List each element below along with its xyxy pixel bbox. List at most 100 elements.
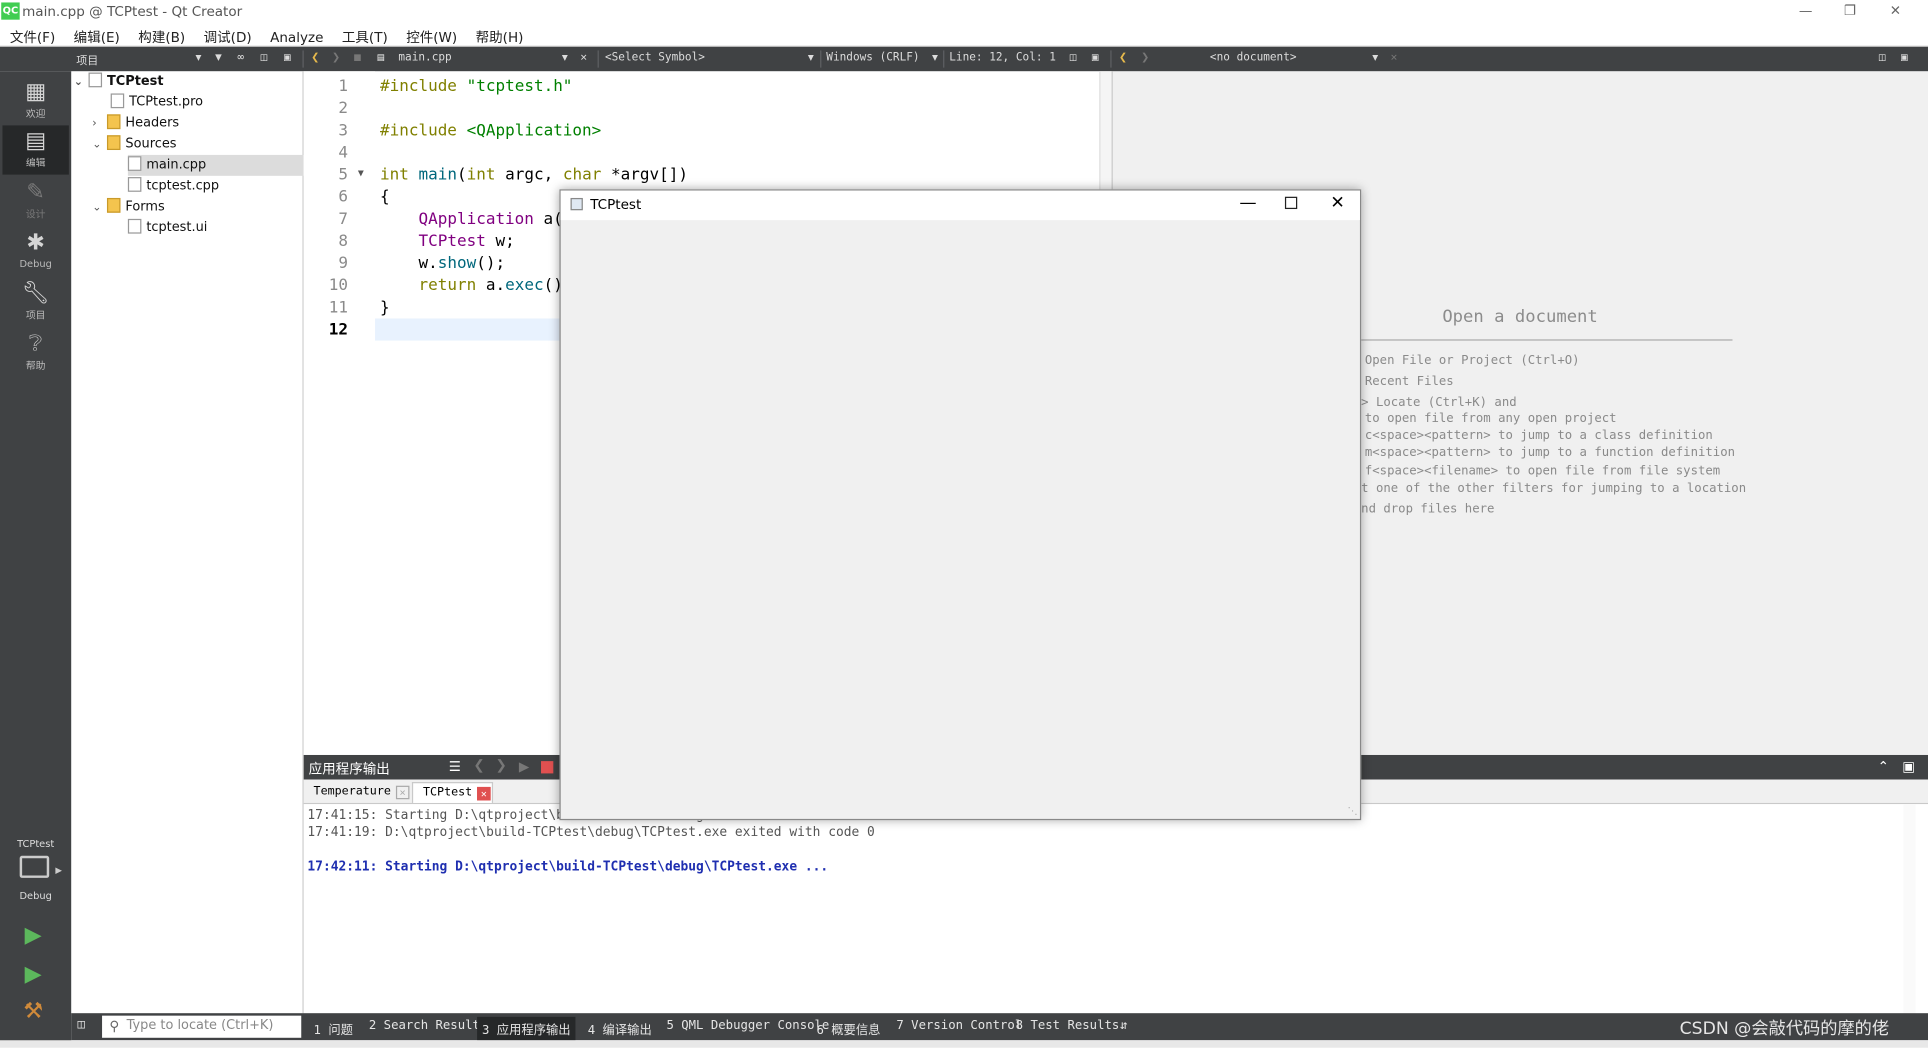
fold-marker-icon[interactable]: ▼ bbox=[358, 167, 364, 178]
status-tab-test-results[interactable]: 8 Test Results bbox=[1016, 1019, 1120, 1033]
mode-label: 项目 bbox=[25, 309, 46, 321]
mode-projects[interactable]: 🔧︎ 项目 bbox=[2, 278, 68, 327]
menu-help[interactable]: 帮助(H) bbox=[466, 23, 532, 46]
chevron-down-icon: ⌄ bbox=[92, 201, 102, 214]
mode-edit[interactable]: ▤ 编辑 bbox=[2, 125, 69, 175]
project-view-combo[interactable]: 项目 bbox=[76, 52, 98, 67]
tree-item-tcptest-cpp[interactable]: tcptest.cpp bbox=[127, 176, 220, 197]
stop-icon[interactable] bbox=[541, 761, 554, 774]
tcptest-app-window[interactable]: TCPtest — ✕ ⋱ bbox=[559, 189, 1362, 821]
tree-item-headers[interactable]: › Headers bbox=[92, 113, 179, 134]
chevron-down-icon: ⌄ bbox=[73, 76, 84, 89]
close-split-icon[interactable]: ▣ bbox=[1901, 52, 1908, 64]
status-tab-search-results[interactable]: 2 Search Results bbox=[369, 1019, 487, 1033]
mode-help[interactable]: ❔︎ 帮助 bbox=[2, 328, 68, 377]
menu-build[interactable]: 构建(B) bbox=[128, 23, 193, 46]
close-sidebar-icon[interactable]: ▣ bbox=[284, 52, 291, 64]
open-document-combo[interactable]: main.cpp bbox=[398, 52, 451, 64]
build-hammer-icon[interactable]: ⚒ bbox=[23, 998, 43, 1024]
chevron-down-icon[interactable]: ▼ bbox=[562, 52, 568, 63]
toggle-sidebar-icon[interactable]: ◫ bbox=[77, 1018, 84, 1032]
status-tab-compile-output[interactable]: 4 编译输出 bbox=[588, 1019, 652, 1038]
close-icon[interactable]: ✕ bbox=[1873, 0, 1918, 23]
mode-debug[interactable]: ✱ Debug bbox=[2, 227, 68, 276]
maximize-icon[interactable] bbox=[1284, 196, 1298, 210]
tree-item-pro[interactable]: TCPtest.pro bbox=[110, 92, 203, 113]
output-scrollbar[interactable] bbox=[1903, 804, 1916, 1014]
run-icon[interactable]: ▶ bbox=[25, 922, 42, 948]
forward-arrow-icon[interactable]: ❯ bbox=[1141, 49, 1149, 65]
taskbar-strip bbox=[0, 1040, 1928, 1048]
menu-tools[interactable]: 工具(T) bbox=[332, 23, 396, 46]
link-icon[interactable]: ∞ bbox=[237, 52, 244, 64]
forward-arrow-icon[interactable]: ❯ bbox=[332, 49, 340, 65]
rerun-icon[interactable]: ▶ bbox=[519, 759, 529, 775]
back-arrow-icon[interactable]: ❮ bbox=[1119, 49, 1127, 65]
status-bar: ◫ Type to locate (Ctrl+K) ⚲ 1 问题 2 Searc… bbox=[71, 1013, 1928, 1041]
status-tab-qml-console[interactable]: 5 QML Debugger Console bbox=[666, 1019, 829, 1033]
back-arrow-icon[interactable]: ❮ bbox=[311, 49, 319, 65]
mode-welcome[interactable]: ▦ 欢迎 bbox=[2, 76, 68, 125]
clean-output-icon[interactable]: ☰ bbox=[449, 759, 461, 775]
app-icon bbox=[570, 197, 583, 211]
hint-line: to open file from any open project bbox=[1364, 411, 1617, 426]
status-tab-issues[interactable]: 1 问题 bbox=[314, 1019, 353, 1038]
tree-item-ui[interactable]: tcptest.ui bbox=[127, 218, 207, 239]
application-output[interactable]: 17:41:15: Starting D:\qtproject\build-TC… bbox=[303, 804, 1928, 1014]
close-document-icon[interactable]: ✕ bbox=[1391, 52, 1398, 64]
app-window-title: TCPtest bbox=[590, 196, 642, 213]
output-line: 17:41:19: D:\qtproject\build-TCPtest\deb… bbox=[307, 825, 875, 840]
output-tab-temperature[interactable]: Temperature ✕ bbox=[304, 782, 410, 803]
menu-analyze[interactable]: Analyze bbox=[260, 26, 332, 49]
minimize-icon[interactable]: — bbox=[1239, 193, 1256, 213]
split-icon[interactable]: ◫ bbox=[261, 52, 268, 64]
minimize-icon[interactable]: — bbox=[1783, 0, 1828, 23]
filter-icon[interactable]: ▼ bbox=[215, 52, 222, 64]
symbol-combo[interactable]: <Select Symbol> bbox=[605, 52, 705, 64]
close-tab-icon[interactable]: ✕ bbox=[477, 786, 491, 801]
status-tab-app-output[interactable]: 3 应用程序输出 bbox=[477, 1016, 576, 1041]
close-icon[interactable]: ✕ bbox=[1330, 193, 1344, 213]
forward-arrow-icon[interactable]: ❯ bbox=[496, 757, 507, 773]
menu-file[interactable]: 文件(F) bbox=[0, 23, 64, 46]
tree-item-main-cpp[interactable]: main.cpp bbox=[127, 154, 304, 176]
close-tab-icon[interactable]: ✕ bbox=[395, 785, 410, 800]
status-tab-general-messages[interactable]: 6 概要信息 bbox=[816, 1019, 880, 1038]
line-ending-combo[interactable]: Windows (CRLF) bbox=[826, 52, 919, 64]
tree-item-sources[interactable]: ⌄ Sources bbox=[92, 134, 177, 155]
tree-item-forms[interactable]: ⌄ Forms bbox=[92, 197, 165, 218]
menu-controls[interactable]: 控件(W) bbox=[396, 23, 465, 46]
chevron-down-icon[interactable]: ▼ bbox=[808, 52, 814, 63]
edit-icon: ▤ bbox=[25, 127, 47, 154]
tree-root[interactable]: ⌄ TCPtest bbox=[74, 71, 164, 92]
back-arrow-icon[interactable]: ❮ bbox=[473, 757, 484, 773]
chevron-down-icon[interactable]: ▼ bbox=[1372, 52, 1378, 63]
output-tab-tcptest[interactable]: TCPtest ✕ bbox=[411, 782, 494, 803]
chevron-down-icon[interactable]: ▼ bbox=[932, 52, 938, 63]
cursor-position[interactable]: Line: 12, Col: 1 bbox=[949, 52, 1056, 64]
mode-selector: ▦ 欢迎 ▤ 编辑 ✎ 设计 ✱ Debug 🔧︎ 项目 ❔︎ 帮助 TCPtest ▶ D… bbox=[0, 71, 72, 1043]
right-document-combo[interactable]: <no document> bbox=[1210, 52, 1297, 64]
mode-label: 帮助 bbox=[25, 360, 46, 372]
split-icon[interactable]: ◫ bbox=[1070, 52, 1077, 64]
close-panel-icon[interactable]: ▣ bbox=[1902, 759, 1915, 775]
maximize-panel-icon[interactable]: ⌃ bbox=[1878, 759, 1889, 775]
resize-grip-icon[interactable]: ⋱ bbox=[1348, 805, 1358, 816]
locator-input[interactable]: Type to locate (Ctrl+K) bbox=[102, 1015, 302, 1038]
debug-run-icon[interactable]: ▶ bbox=[25, 962, 42, 988]
monitor-icon[interactable] bbox=[19, 855, 50, 878]
menu-edit[interactable]: 编辑(E) bbox=[64, 23, 129, 46]
close-document-icon[interactable]: ✕ bbox=[580, 52, 587, 64]
mode-design[interactable]: ✎ 设计 bbox=[2, 177, 68, 226]
chevron-down-icon[interactable]: ▼ bbox=[196, 52, 202, 63]
close-split-icon[interactable]: ▣ bbox=[1092, 52, 1099, 64]
app-window-titlebar[interactable]: TCPtest — ✕ bbox=[560, 190, 1360, 221]
restore-icon[interactable]: ❐ bbox=[1827, 0, 1872, 23]
menu-debug[interactable]: 调试(D) bbox=[194, 23, 260, 46]
hint-line: Open File or Project (Ctrl+O) bbox=[1364, 354, 1580, 368]
code-line: { bbox=[379, 188, 390, 207]
tree-label: tcptest.cpp bbox=[146, 178, 220, 194]
more-tabs-icon[interactable]: ⇵ bbox=[1120, 1019, 1127, 1033]
split-icon[interactable]: ◫ bbox=[1879, 52, 1886, 64]
status-tab-version-control[interactable]: 7 Version Control bbox=[896, 1019, 1022, 1033]
